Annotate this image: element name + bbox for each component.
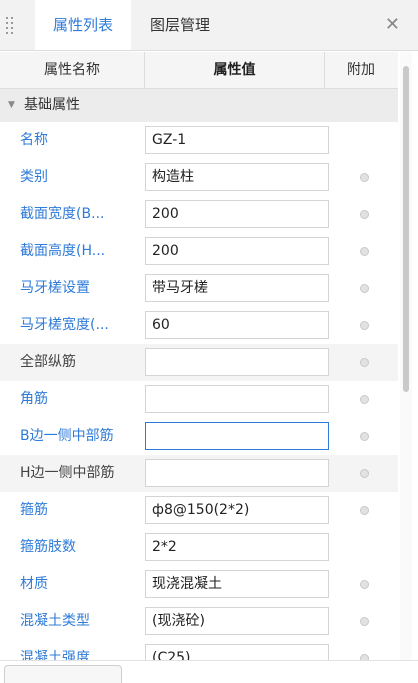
property-row[interactable]: 混凝土类型 (现浇砼) [0, 603, 398, 640]
attach-radio-icon[interactable] [360, 469, 369, 478]
property-row[interactable]: 全部纵筋 [0, 344, 398, 381]
property-row[interactable]: 截面宽度(B... 200 [0, 196, 398, 233]
property-name: B边一侧中部筋 [20, 428, 114, 444]
property-value-input[interactable]: 2*2 [145, 533, 329, 561]
property-name: 箍筋 [20, 502, 48, 518]
attach-radio-icon[interactable] [360, 247, 369, 256]
property-row[interactable]: H边一侧中部筋 [0, 455, 398, 492]
column-header-value: 属性值 [145, 52, 325, 88]
property-value-input[interactable]: ф8@150(2*2) [145, 496, 329, 524]
attach-radio-icon[interactable] [360, 173, 369, 182]
property-rows: 名称 GZ-1 类别 构造柱截面宽度(B... 200 截面高度(H... 200 马牙槎设置… [0, 122, 398, 677]
attach-radio-icon[interactable] [360, 432, 369, 441]
panel-tab-bar: 属性列表 图层管理 ✕ [0, 0, 418, 51]
property-value-input[interactable] [145, 348, 329, 376]
attach-radio-icon[interactable] [360, 617, 369, 626]
tab-layer-management[interactable]: 图层管理 [150, 0, 210, 50]
tab-property-list[interactable]: 属性列表 [35, 0, 131, 50]
property-name: 混凝土类型 [20, 613, 90, 629]
drag-handle-icon[interactable] [6, 17, 16, 34]
property-row[interactable]: 箍筋肢数 2*2 [0, 529, 398, 566]
attach-radio-icon[interactable] [360, 358, 369, 367]
bottom-button[interactable] [4, 665, 122, 683]
vertical-scrollbar[interactable] [400, 52, 412, 660]
property-name: 名称 [20, 132, 48, 148]
property-value-input[interactable]: 60 [145, 311, 329, 339]
property-row[interactable]: 角筋 [0, 381, 398, 418]
property-row[interactable]: 马牙槎设置 带马牙槎 [0, 270, 398, 307]
property-row[interactable]: 类别 构造柱 [0, 159, 398, 196]
attach-radio-icon[interactable] [360, 321, 369, 330]
attach-radio-icon[interactable] [360, 210, 369, 219]
property-row[interactable]: B边一侧中部筋 [0, 418, 398, 455]
attach-radio-icon[interactable] [360, 506, 369, 515]
property-name: H边一侧中部筋 [20, 465, 115, 481]
group-label: 基础属性 [24, 97, 80, 113]
property-value-input[interactable] [145, 385, 329, 413]
table-header: 属性名称 属性值 附加 [0, 52, 398, 89]
close-icon[interactable]: ✕ [385, 14, 400, 35]
property-name: 材质 [20, 576, 48, 592]
property-value-input[interactable] [145, 459, 329, 487]
column-header-name: 属性名称 [0, 52, 145, 88]
column-header-attach: 附加 [347, 62, 375, 78]
property-row[interactable]: 名称 GZ-1 [0, 122, 398, 159]
group-row-basic[interactable]: ▼ 基础属性 [0, 89, 398, 122]
property-name: 马牙槎设置 [20, 280, 90, 296]
property-name: 截面宽度(B... [20, 206, 105, 222]
property-value-input[interactable]: 现浇混凝土 [145, 570, 329, 598]
property-name: 类别 [20, 169, 48, 185]
property-value-input[interactable]: 带马牙槎 [145, 274, 329, 302]
property-name: 截面高度(H... [20, 243, 106, 259]
property-value-input[interactable]: 200 [145, 200, 329, 228]
attach-radio-icon[interactable] [360, 395, 369, 404]
property-row[interactable]: 马牙槎宽度(... 60 [0, 307, 398, 344]
property-row[interactable]: 材质 现浇混凝土 [0, 566, 398, 603]
scrollbar-thumb[interactable] [403, 66, 409, 392]
attach-radio-icon[interactable] [360, 580, 369, 589]
collapse-arrow-icon[interactable]: ▼ [8, 89, 15, 122]
property-value-input[interactable]: 200 [145, 237, 329, 265]
property-value-input[interactable]: GZ-1 [145, 126, 329, 154]
property-name: 全部纵筋 [20, 354, 76, 370]
property-value-input[interactable]: 构造柱 [145, 163, 329, 191]
property-name: 角筋 [20, 391, 48, 407]
property-value-input[interactable] [145, 422, 329, 450]
bottom-bar [0, 660, 418, 683]
property-name: 马牙槎宽度(... [20, 317, 109, 333]
attach-radio-icon[interactable] [360, 284, 369, 293]
property-name: 箍筋肢数 [20, 539, 76, 555]
property-row[interactable]: 箍筋 ф8@150(2*2) [0, 492, 398, 529]
property-value-input[interactable]: (现浇砼) [145, 607, 329, 635]
property-row[interactable]: 截面高度(H... 200 [0, 233, 398, 270]
